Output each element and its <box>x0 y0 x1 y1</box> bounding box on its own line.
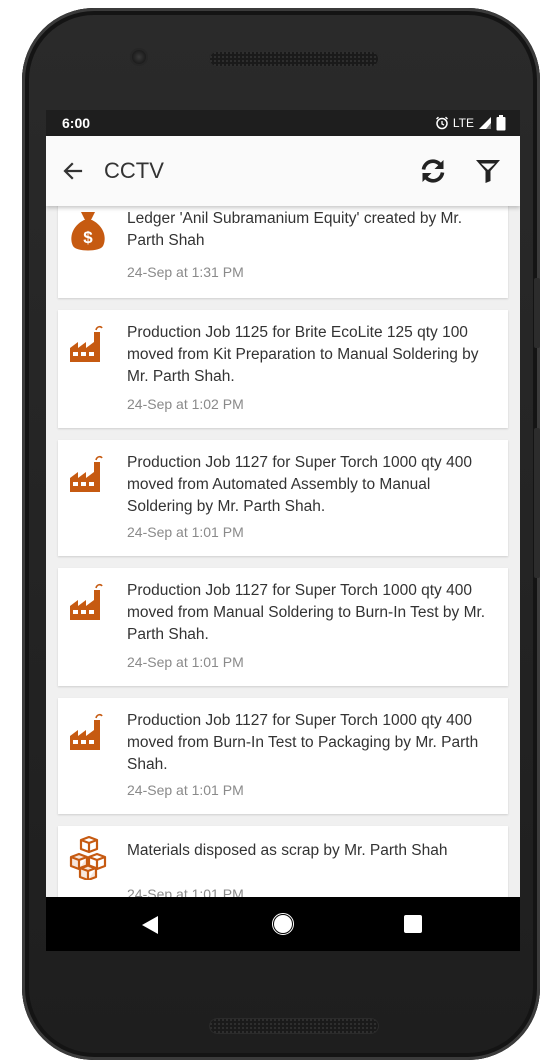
list-item[interactable]: Production Job 1125 for Brite EcoLite 12… <box>58 310 508 428</box>
app-bar: CCTV <box>46 136 520 206</box>
list-item[interactable]: Production Job 1127 for Super Torch 1000… <box>58 440 508 556</box>
filter-icon[interactable] <box>474 157 502 185</box>
feed-item-text: Ledger 'Anil Subramanium Equity' created… <box>127 210 463 249</box>
alarm-icon <box>435 116 449 130</box>
feed-item-time: 24-Sep at 1:01 PM <box>127 654 244 670</box>
nav-back-icon[interactable] <box>141 915 159 935</box>
list-item[interactable]: $ Ledger 'Anil Subramanium Equity' creat… <box>58 206 508 298</box>
feed-item-time: 24-Sep at 1:31 PM <box>127 264 244 280</box>
front-camera <box>132 50 146 64</box>
feed-item-time: 24-Sep at 1:02 PM <box>127 396 244 412</box>
page-title: CCTV <box>104 158 164 183</box>
feed-item-text: Production Job 1127 for Super Torch 1000… <box>127 582 486 643</box>
nav-recents-icon[interactable] <box>404 915 422 933</box>
refresh-icon[interactable] <box>419 157 447 185</box>
factory-icon <box>68 712 108 752</box>
back-arrow-icon[interactable] <box>60 158 86 184</box>
earpiece-speaker <box>209 51 379 67</box>
feed-item-text: Production Job 1127 for Super Torch 1000… <box>127 454 472 515</box>
list-item[interactable]: Production Job 1127 for Super Torch 1000… <box>58 698 508 814</box>
phone-side-button <box>534 428 540 578</box>
bottom-speaker <box>209 1018 379 1034</box>
system-nav-bar <box>46 897 520 951</box>
activity-feed[interactable]: $ Ledger 'Anil Subramanium Equity' creat… <box>46 206 520 897</box>
feed-item-text: Production Job 1127 for Super Torch 1000… <box>127 712 479 773</box>
feed-item-text: Production Job 1125 for Brite EcoLite 12… <box>127 324 479 385</box>
factory-icon <box>68 324 108 364</box>
factory-icon <box>68 454 108 494</box>
factory-icon <box>68 582 108 622</box>
network-label: LTE <box>452 116 474 130</box>
svg-text:$: $ <box>83 228 93 247</box>
money-bag-icon: $ <box>68 210 108 251</box>
phone-side-button <box>534 278 540 348</box>
signal-icon <box>478 116 492 130</box>
list-item[interactable]: Production Job 1127 for Super Torch 1000… <box>58 568 508 686</box>
boxes-icon <box>68 835 108 882</box>
list-item[interactable]: Materials disposed as scrap by Mr. Parth… <box>58 826 508 897</box>
feed-item-time: 24-Sep at 1:01 PM <box>127 524 244 540</box>
device-screen: 6:00 LTE CCTV $ Ledger 'Anil Subramanium… <box>46 110 520 951</box>
status-bar: 6:00 LTE <box>46 110 520 136</box>
feed-item-text: Materials disposed as scrap by Mr. Parth… <box>127 842 448 859</box>
feed-item-time: 24-Sep at 1:01 PM <box>127 886 244 897</box>
status-time: 6:00 <box>62 115 91 131</box>
feed-item-time: 24-Sep at 1:01 PM <box>127 782 244 798</box>
status-icons: LTE <box>435 115 506 131</box>
battery-icon <box>496 115 506 131</box>
nav-home-icon[interactable] <box>272 913 294 935</box>
